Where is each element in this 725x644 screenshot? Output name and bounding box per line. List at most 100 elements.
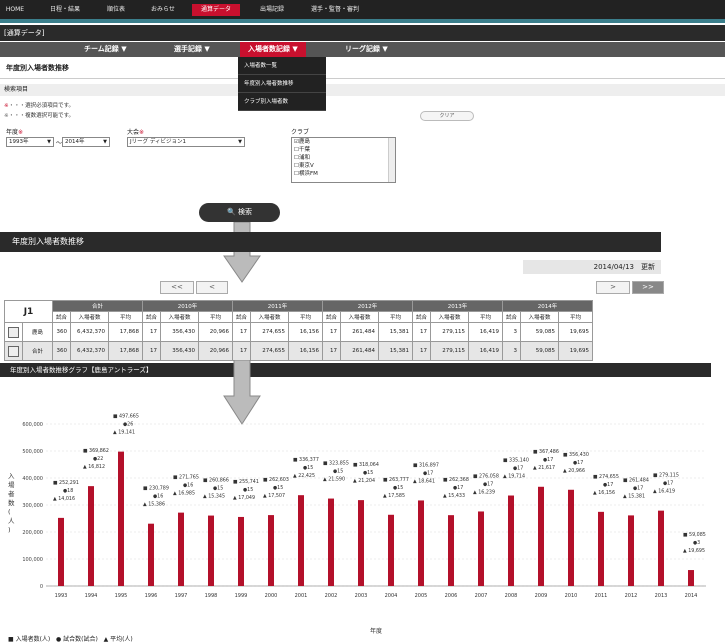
- year-from-select[interactable]: 1993年 ▼: [6, 137, 54, 147]
- attendance-label: ■ 252,291: [53, 480, 79, 486]
- row-detail-icon[interactable]: [4, 341, 23, 361]
- subnav-league[interactable]: リーグ記録 ▼: [345, 42, 388, 57]
- games-label: ●17: [663, 481, 673, 487]
- column-header: 平均: [558, 311, 593, 323]
- league-header: J1: [4, 300, 53, 323]
- average-label: ▲ 17,049: [233, 495, 255, 501]
- pager-prev-button[interactable]: <: [196, 281, 228, 294]
- club-listbox[interactable]: ☑鹿島 ☐千葉 ☐浦和 ☐東京V ☐横浜FM: [291, 137, 396, 183]
- subnav-attendance[interactable]: 入場者数記録 ▼: [240, 42, 306, 57]
- table-cell: 19,695: [558, 322, 593, 342]
- dropdown-item-yearly[interactable]: 年度別入場者数推移: [238, 75, 326, 93]
- average-label: ▲ 15,381: [623, 493, 645, 499]
- attendance-label: ■ 316,897: [413, 462, 439, 468]
- y-axis-label: 者: [8, 490, 15, 498]
- nav-stats[interactable]: 通算データ: [192, 4, 240, 16]
- bar-2000: [268, 515, 274, 586]
- club-option[interactable]: ☐千葉: [292, 146, 395, 154]
- table-cell: 15,381: [378, 322, 413, 342]
- table-cell: 16,156: [288, 341, 323, 361]
- legend-games: ● 試合数(試合): [56, 636, 98, 643]
- section-title: [通算データ]: [0, 25, 725, 41]
- column-header: 試合: [412, 311, 431, 323]
- bar-2009: [538, 486, 544, 586]
- subnav-team[interactable]: チーム記録 ▼: [84, 42, 127, 57]
- nav-standings[interactable]: 順位表: [103, 4, 129, 16]
- average-label: ▲ 19,714: [503, 474, 525, 480]
- club-option[interactable]: ☐浦和: [292, 154, 395, 162]
- nav-home[interactable]: HOME: [4, 4, 26, 16]
- y-tick-label: 400,000: [22, 476, 43, 482]
- x-tick-label: 1997: [175, 593, 188, 599]
- table-cell: 3: [502, 341, 521, 361]
- table-cell: 261,484: [340, 341, 379, 361]
- table-cell: 16,419: [468, 322, 503, 342]
- games-label: ●16: [153, 494, 163, 500]
- bar-2003: [358, 500, 364, 586]
- bar-1997: [178, 512, 184, 586]
- group-header: 合計: [52, 300, 143, 312]
- bar-2002: [328, 498, 334, 586]
- club-option[interactable]: ☑鹿島: [292, 138, 395, 146]
- y-tick-label: 0: [40, 584, 43, 590]
- bar-2014: [688, 570, 694, 586]
- attendance-label: ■ 263,777: [383, 477, 409, 483]
- nav-players[interactable]: 選手・監督・審判: [303, 4, 367, 16]
- attendance-label: ■ 323,855: [323, 461, 349, 467]
- table-cell: 274,655: [250, 322, 289, 342]
- dropdown-item-club[interactable]: クラブ別入場者数: [238, 93, 326, 111]
- attendance-label: ■ 274,655: [593, 474, 619, 480]
- subnav-player[interactable]: 選手記録 ▼: [174, 42, 210, 57]
- average-label: ▲ 16,419: [653, 489, 675, 495]
- bar-1999: [238, 516, 244, 586]
- accent-line: [0, 19, 725, 23]
- average-label: ▲ 19,141: [113, 430, 135, 436]
- column-header: 平均: [378, 311, 413, 323]
- club-option[interactable]: ☐東京V: [292, 162, 395, 170]
- x-tick-label: 1999: [235, 593, 248, 599]
- bar-2005: [418, 500, 424, 586]
- attendance-label: ■ 230,789: [143, 486, 169, 492]
- nav-news[interactable]: おみらせ: [148, 4, 178, 16]
- table-cell: 356,430: [160, 341, 199, 361]
- attendance-label: ■ 260,866: [203, 478, 229, 484]
- games-label: ●17: [603, 482, 613, 488]
- y-tick-label: 100,000: [22, 557, 43, 563]
- pager-next-button[interactable]: >: [596, 281, 630, 294]
- table-cell: 20,966: [198, 341, 233, 361]
- table-cell: 279,115: [430, 322, 469, 342]
- nav-appearances[interactable]: 出場記録: [256, 4, 288, 16]
- x-tick-label: 2013: [655, 593, 668, 599]
- nav-schedule[interactable]: 日程・結果: [48, 4, 82, 16]
- attendance-label: ■ 255,741: [233, 479, 259, 485]
- games-label: ●17: [483, 481, 493, 487]
- search-button[interactable]: 🔍 検索: [199, 203, 280, 222]
- dropdown-item-list[interactable]: 入場者数一覧: [238, 57, 326, 75]
- row-detail-icon[interactable]: [4, 322, 23, 342]
- average-label: ▲ 22,425: [293, 473, 315, 479]
- x-tick-label: 2012: [625, 593, 638, 599]
- clear-button[interactable]: クリア: [420, 111, 474, 121]
- column-header: 入場者数: [70, 311, 109, 323]
- attendance-table: J1 合計 2010年 2011年 2012年 2013年 2014年 試合 入場…: [4, 300, 593, 361]
- column-header: 試合: [142, 311, 161, 323]
- year-to-select[interactable]: 2014年 ▼: [62, 137, 110, 147]
- games-label: ●17: [423, 470, 433, 476]
- divider: [0, 78, 725, 79]
- games-label: ●15: [273, 485, 283, 491]
- club-scrollbar[interactable]: [388, 138, 395, 182]
- column-header: 入場者数: [430, 311, 469, 323]
- table-cell: 17: [142, 341, 161, 361]
- table-cell: 15,381: [378, 341, 413, 361]
- y-tick-label: 200,000: [22, 530, 43, 536]
- average-label: ▲ 21,590: [323, 477, 345, 483]
- average-label: ▲ 21,204: [353, 478, 375, 484]
- pager-last-button[interactable]: >>: [632, 281, 664, 294]
- tournament-select[interactable]: Jリーグ ディビジョン1 ▼: [127, 137, 245, 147]
- table-cell: 360: [52, 341, 71, 361]
- pager-first-button[interactable]: <<: [160, 281, 194, 294]
- club-option[interactable]: ☐横浜FM: [292, 170, 395, 178]
- group-header: 2010年: [142, 300, 233, 312]
- bar-2011: [598, 511, 604, 586]
- table-cell: 59,085: [520, 341, 559, 361]
